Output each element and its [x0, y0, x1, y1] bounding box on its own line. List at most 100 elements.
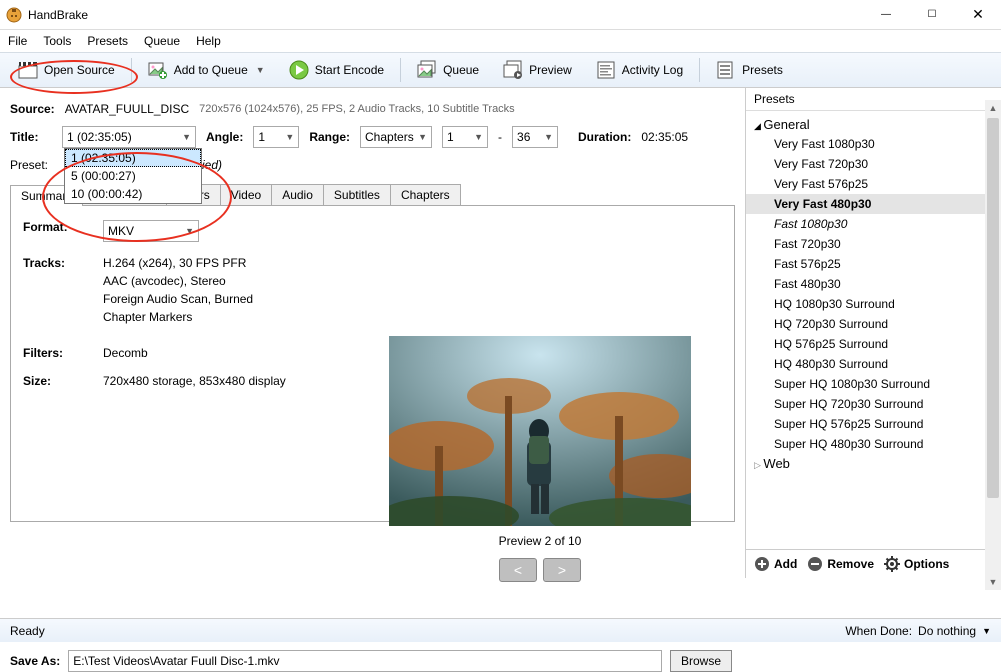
presets-panel-title: Presets	[746, 88, 1001, 111]
format-combo[interactable]: MKV ▼	[103, 220, 199, 242]
queue-button[interactable]: Queue	[409, 56, 487, 84]
title-option-1[interactable]: 1 (02:35:05)	[65, 149, 201, 167]
title-dropdown: 1 (02:35:05) 5 (00:00:27) 10 (00:00:42)	[64, 148, 202, 204]
tab-subtitles[interactable]: Subtitles	[323, 184, 391, 205]
when-done[interactable]: When Done: Do nothing ▼	[845, 624, 991, 638]
preset-group[interactable]: General	[746, 115, 1001, 134]
tab-chapters[interactable]: Chapters	[390, 184, 461, 205]
title-option-5[interactable]: 5 (00:00:27)	[65, 167, 201, 185]
range-mode-combo[interactable]: Chapters ▼	[360, 126, 432, 148]
start-encode-button[interactable]: Start Encode	[281, 56, 392, 84]
pictures-icon	[417, 60, 437, 80]
preset-add-label: Add	[774, 557, 797, 571]
menu-queue[interactable]: Queue	[144, 34, 180, 48]
scrollbar[interactable]: ▲ ▼	[985, 100, 1001, 590]
tab-video[interactable]: Video	[220, 184, 272, 205]
app-title: HandBrake	[28, 8, 863, 22]
separator	[400, 58, 401, 82]
preset-item[interactable]: Fast 1080p30	[746, 214, 1001, 234]
format-value: MKV	[108, 224, 134, 238]
minimize-button[interactable]: —	[863, 0, 909, 30]
saveas-row: Save As: Browse	[10, 650, 732, 672]
range-from-combo[interactable]: 1 ▼	[442, 126, 488, 148]
chevron-down-icon: ▼	[178, 132, 191, 142]
preset-item[interactable]: HQ 720p30 Surround	[746, 314, 1001, 334]
menu-presets[interactable]: Presets	[87, 34, 128, 48]
preset-item[interactable]: HQ 1080p30 Surround	[746, 294, 1001, 314]
preset-item[interactable]: Super HQ 576p25 Surround	[746, 414, 1001, 434]
preset-item[interactable]: Super HQ 480p30 Surround	[746, 434, 1001, 454]
maximize-button[interactable]: ☐	[909, 0, 955, 30]
log-icon	[596, 60, 616, 80]
open-source-button[interactable]: Open Source	[10, 56, 123, 84]
left-panel: Source: AVATAR_FUULL_DISC 720x576 (1024x…	[0, 88, 745, 578]
menu-help[interactable]: Help	[196, 34, 221, 48]
status-text: Ready	[10, 624, 45, 638]
preset-remove-button[interactable]: Remove	[807, 556, 874, 572]
preset-item[interactable]: Very Fast 1080p30	[746, 134, 1001, 154]
activity-log-button[interactable]: Activity Log	[588, 56, 691, 84]
angle-value: 1	[258, 130, 265, 144]
title-option-10[interactable]: 10 (00:00:42)	[65, 185, 201, 203]
preview-caption: Preview 2 of 10	[380, 534, 700, 548]
separator	[131, 58, 132, 82]
preset-group[interactable]: Web	[746, 454, 1001, 473]
tracks-row: Tracks: H.264 (x264), 30 FPS PFR AAC (av…	[23, 256, 722, 328]
activity-log-label: Activity Log	[622, 63, 683, 77]
preview-label: Preview	[529, 63, 572, 77]
clapperboard-icon	[18, 60, 38, 80]
chevron-down-icon: ▼	[470, 132, 483, 142]
angle-combo[interactable]: 1 ▼	[253, 126, 299, 148]
scroll-up-icon[interactable]: ▲	[985, 100, 1001, 116]
track-line: Chapter Markers	[103, 310, 722, 324]
presets-label: Presets	[742, 63, 783, 77]
preset-item[interactable]: HQ 576p25 Surround	[746, 334, 1001, 354]
tracks-label: Tracks:	[23, 256, 103, 328]
add-to-queue-button[interactable]: Add to Queue ▼	[140, 56, 273, 84]
preset-item[interactable]: HQ 480p30 Surround	[746, 354, 1001, 374]
window-controls: — ☐ ✕	[863, 0, 1001, 30]
range-to-combo[interactable]: 36 ▼	[512, 126, 558, 148]
scroll-thumb[interactable]	[987, 118, 999, 498]
play-icon	[289, 60, 309, 80]
toolbar: Open Source Add to Queue ▼ Start Encode …	[0, 52, 1001, 88]
preview-prev-button[interactable]: <	[499, 558, 537, 582]
chevron-down-icon: ▼	[540, 132, 553, 142]
source-line: Source: AVATAR_FUULL_DISC 720x576 (1024x…	[10, 102, 735, 116]
main: Source: AVATAR_FUULL_DISC 720x576 (1024x…	[0, 88, 1001, 578]
list-icon	[716, 60, 736, 80]
picture-plus-icon	[148, 60, 168, 80]
presets-button[interactable]: Presets	[708, 56, 791, 84]
scroll-down-icon[interactable]: ▼	[985, 574, 1001, 590]
preset-tree[interactable]: GeneralVery Fast 1080p30Very Fast 720p30…	[746, 111, 1001, 549]
preset-item[interactable]: Fast 576p25	[746, 254, 1001, 274]
preset-item[interactable]: Fast 720p30	[746, 234, 1001, 254]
preset-item[interactable]: Very Fast 480p30	[746, 194, 1001, 214]
preview-next-button[interactable]: >	[543, 558, 581, 582]
plus-circle-icon	[754, 556, 770, 572]
app-icon	[6, 7, 22, 23]
saveas-input[interactable]	[68, 650, 662, 672]
preset-add-button[interactable]: Add	[754, 556, 797, 572]
start-encode-label: Start Encode	[315, 63, 384, 77]
preview-image	[389, 336, 691, 526]
preset-item[interactable]: Very Fast 576p25	[746, 174, 1001, 194]
open-source-label: Open Source	[44, 63, 115, 77]
picture-play-icon	[503, 60, 523, 80]
title-combo[interactable]: 1 (02:35:05) ▼	[62, 126, 196, 148]
range-label: Range:	[309, 130, 350, 144]
preset-item[interactable]: Fast 480p30	[746, 274, 1001, 294]
browse-button[interactable]: Browse	[670, 650, 732, 672]
preset-item[interactable]: Super HQ 720p30 Surround	[746, 394, 1001, 414]
preview-button[interactable]: Preview	[495, 56, 580, 84]
preset-item[interactable]: Very Fast 720p30	[746, 154, 1001, 174]
close-button[interactable]: ✕	[955, 0, 1001, 30]
filters-label: Filters:	[23, 346, 103, 360]
title-row: Title: 1 (02:35:05) ▼ Angle: 1 ▼ Range: …	[10, 126, 735, 148]
preset-item[interactable]: Super HQ 1080p30 Surround	[746, 374, 1001, 394]
tab-audio[interactable]: Audio	[271, 184, 324, 205]
title-label: Title:	[10, 130, 52, 144]
menu-file[interactable]: File	[8, 34, 27, 48]
menu-tools[interactable]: Tools	[43, 34, 71, 48]
preset-options-button[interactable]: Options	[884, 556, 949, 572]
